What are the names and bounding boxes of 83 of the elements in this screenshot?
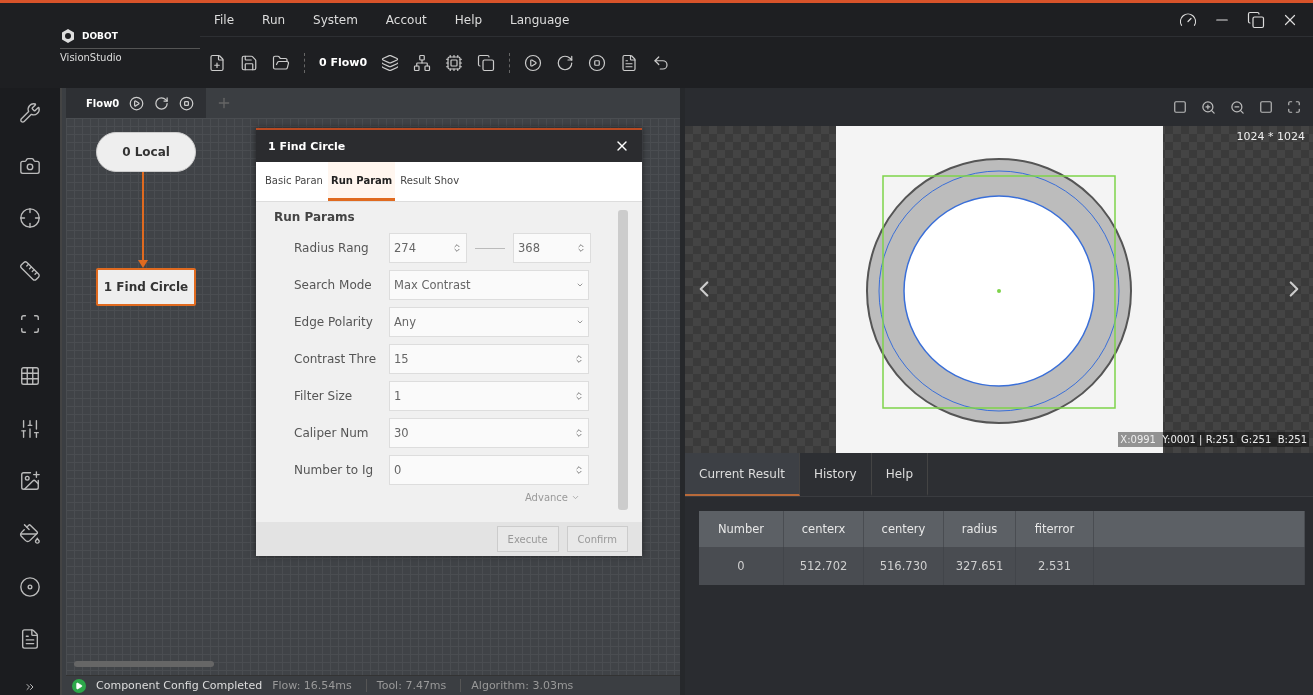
logo-icon [60, 28, 76, 44]
brand-name: DOBOT [82, 31, 118, 41]
column-header: Number [699, 511, 784, 547]
status-message: Component Config Completed [96, 679, 263, 692]
fullscreen-icon[interactable] [1287, 100, 1301, 114]
measure-icon[interactable] [19, 259, 41, 282]
scan-icon[interactable] [19, 312, 41, 335]
gauge-icon[interactable] [1179, 10, 1197, 29]
image-settings-icon[interactable] [19, 470, 41, 493]
dropdown-field[interactable]: Any [389, 307, 589, 337]
dropdown-icon[interactable] [576, 281, 584, 289]
flow-tab[interactable]: Flow0 [66, 88, 207, 118]
play-icon[interactable] [524, 53, 543, 72]
number-field[interactable]: 15 [389, 344, 589, 374]
product-name: VisionStudio [60, 48, 200, 63]
flow-selector[interactable]: 0 Flow0 [319, 56, 368, 69]
loop-run-icon[interactable] [556, 53, 575, 72]
scrollbar[interactable] [618, 210, 628, 510]
dropdown-field[interactable]: Max Contrast [389, 270, 589, 300]
menu-item[interactable]: Help [440, 12, 497, 27]
status-icon [72, 678, 86, 693]
folder-icon[interactable] [272, 53, 290, 72]
column-header: fiterror [1016, 511, 1094, 547]
paint-bucket-icon[interactable] [19, 523, 41, 545]
number-field[interactable]: 368 [513, 233, 591, 263]
grid-icon[interactable] [19, 365, 41, 388]
menu-item[interactable]: File [200, 12, 249, 27]
section-title: Run Params [274, 210, 356, 224]
number-field[interactable]: 1 [389, 381, 589, 411]
play-icon[interactable] [129, 95, 145, 111]
dialog-tab[interactable]: Result Shov [397, 162, 463, 201]
chevron-icon [571, 493, 580, 502]
menu-item[interactable]: Accout [371, 12, 441, 27]
param-label: Radius Rang [294, 241, 370, 255]
status-timing: Algorithm: 3.03ms [471, 679, 575, 692]
table-cell: 516.730 [864, 547, 944, 585]
tools-icon[interactable] [19, 102, 41, 124]
restore-icon[interactable] [1247, 10, 1265, 29]
menu-item[interactable]: Language [496, 12, 584, 27]
number-field[interactable]: 274 [389, 233, 467, 263]
column-header: centery [864, 511, 944, 547]
network-icon[interactable] [413, 53, 432, 72]
flow-node[interactable]: 1 Find Circle [96, 268, 196, 306]
table-cell: 0 [699, 547, 784, 585]
param-label: Filter Size [294, 389, 354, 403]
number-field[interactable]: 30 [389, 418, 589, 448]
new-file-icon[interactable] [208, 53, 226, 72]
column-header: centerx [784, 511, 864, 547]
param-label: Contrast Thre [294, 352, 378, 366]
menu-item[interactable]: System [299, 12, 372, 27]
zoom-out-icon[interactable] [1230, 99, 1245, 115]
table-cell: 512.702 [784, 547, 864, 585]
slider-icon[interactable] [19, 417, 41, 440]
table-cell: 327.651 [944, 547, 1016, 585]
status-timing: Flow: 16.54ms [272, 679, 367, 692]
flow-tab-label: Flow0 [86, 97, 120, 109]
param-label: Caliper Num [294, 426, 370, 440]
status-timing: Tool: 7.47ms [376, 679, 462, 692]
stop-icon[interactable] [588, 53, 607, 72]
scrollbar[interactable] [74, 661, 214, 667]
pixel-info: X:0991 Y:0001 | R:251 G:251 B:251 [1118, 432, 1309, 447]
layers-icon[interactable] [381, 53, 400, 72]
column-header: radius [944, 511, 1016, 547]
param-label: Search Mode [294, 278, 373, 292]
menu-item[interactable]: Run [248, 12, 300, 27]
disc-icon[interactable] [19, 575, 41, 598]
form-icon[interactable] [620, 53, 639, 72]
save-icon[interactable] [240, 53, 258, 72]
image-size: 1024 * 1024 [1236, 130, 1305, 143]
flow-node[interactable]: 0 Local [96, 132, 196, 172]
dropdown-icon[interactable] [576, 318, 584, 326]
result-tab[interactable]: Current Result [685, 453, 800, 496]
dialog-tab[interactable]: Run Param [327, 162, 396, 201]
table-cell: 2.531 [1016, 547, 1094, 585]
dialog-title: 1 Find Circle [268, 139, 346, 153]
crosshair-icon[interactable] [19, 207, 41, 230]
dialog-tab[interactable]: Basic Paran [262, 162, 326, 201]
number-field[interactable]: 0 [389, 455, 589, 485]
stop-icon[interactable] [179, 95, 195, 111]
param-label: Edge Polarity [294, 315, 374, 329]
zoom-in-icon[interactable] [1201, 99, 1216, 115]
param-label: Number to Ig [294, 463, 375, 477]
loop-run-icon[interactable] [154, 95, 170, 111]
